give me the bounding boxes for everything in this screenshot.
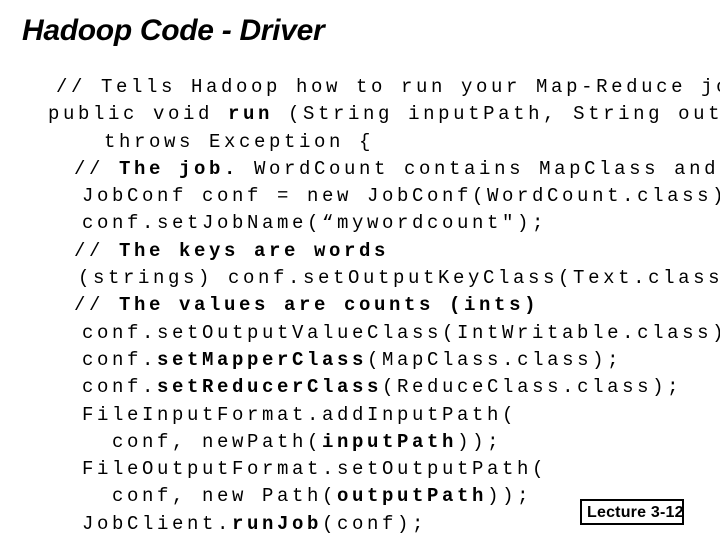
- code-text: (strings) conf.setOutputKeyClass(Text.cl…: [78, 267, 720, 290]
- code-text: (conf);: [322, 512, 428, 535]
- lecture-badge: Lecture 3-12: [580, 499, 684, 525]
- code-text: JobConf conf = new JobConf(WordCount.cla…: [82, 185, 720, 208]
- code-emphasis: runJob: [232, 512, 323, 535]
- code-text: conf, new Path(: [112, 485, 338, 508]
- code-text: // Tells Hadoop how to run your Map-Redu…: [56, 76, 720, 98]
- code-line: // The values are counts (ints): [0, 292, 720, 319]
- code-text: conf.: [82, 348, 158, 371]
- code-line: throws Exception {: [0, 129, 720, 156]
- code-emphasis: inputPath: [322, 430, 458, 453]
- code-text: conf.setJobName(“mywordcount");: [82, 212, 548, 235]
- code-text: public void: [48, 103, 229, 126]
- code-text: FileOutputFormat.setOutputPath(: [82, 458, 548, 481]
- code-line: FileOutputFormat.setOutputPath(: [0, 456, 720, 483]
- code-text: ));: [457, 430, 503, 453]
- code-line: public void run (String inputPath, Strin…: [0, 101, 720, 128]
- lecture-badge-label: Lecture 3-12: [587, 504, 684, 521]
- code-line: conf.setMapperClass(MapClass.class);: [0, 347, 720, 374]
- code-text: //: [74, 294, 120, 317]
- code-line: conf.setJobName(“mywordcount");: [0, 210, 720, 237]
- code-text: ));: [487, 485, 533, 508]
- code-emphasis: The job.: [119, 157, 240, 180]
- code-text: conf.: [82, 376, 158, 399]
- code-line: conf.setReducerClass(ReduceClass.class);: [0, 374, 720, 401]
- code-emphasis: setReducerClass: [157, 376, 383, 399]
- code-line: // The keys are words: [0, 238, 720, 265]
- code-line: (strings) conf.setOutputKeyClass(Text.cl…: [0, 265, 720, 292]
- code-text: //: [74, 157, 120, 180]
- code-line: // Tells Hadoop how to run your Map-Redu…: [0, 74, 720, 101]
- code-text: conf, newPath(: [112, 430, 323, 453]
- code-text: throws Exception {: [104, 130, 375, 153]
- code-text: (ReduceClass.class);: [382, 376, 683, 399]
- code-block: // Tells Hadoop how to run your Map-Redu…: [0, 74, 720, 540]
- code-emphasis: outputPath: [337, 485, 488, 508]
- page-title: Hadoop Code - Driver: [22, 14, 325, 47]
- code-line: JobConf conf = new JobConf(WordCount.cla…: [0, 183, 720, 210]
- code-emphasis: setMapperClass: [157, 348, 368, 371]
- code-line: conf.setOutputValueClass(IntWritable.cla…: [0, 320, 720, 347]
- code-emphasis: The values are counts (ints): [119, 294, 540, 317]
- code-line: FileInputFormat.addInputPath(: [0, 402, 720, 429]
- code-text: //: [74, 239, 120, 262]
- code-emphasis: The keys are words: [119, 239, 390, 262]
- code-text: JobClient.: [82, 512, 233, 535]
- code-emphasis: run: [228, 103, 274, 126]
- slide-canvas: Hadoop Code - Driver // Tells Hadoop how…: [0, 0, 720, 540]
- code-text: WordCount contains MapClass and Reduce.: [254, 157, 720, 180]
- code-text: FileInputFormat.addInputPath(: [82, 403, 518, 426]
- code-line: conf, newPath(inputPath));: [0, 429, 720, 456]
- code-line: // The job. WordCount contains MapClass …: [0, 156, 720, 183]
- code-text: (MapClass.class);: [367, 348, 623, 371]
- code-text: conf.setOutputValueClass(IntWritable.cla…: [82, 321, 720, 344]
- code-text: (String inputPath, String outputPath): [288, 103, 720, 126]
